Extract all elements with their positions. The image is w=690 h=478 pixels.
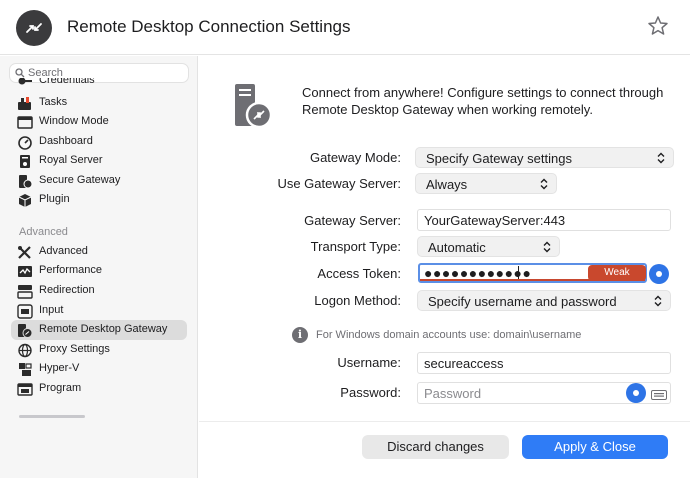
token-options-button[interactable]	[649, 264, 669, 284]
password-label: Password:	[340, 385, 401, 400]
gateway-server-icon	[233, 82, 275, 130]
username-value: secureaccess	[424, 356, 504, 371]
apply-close-button[interactable]: Apply & Close	[522, 435, 668, 459]
tasks-icon	[17, 96, 33, 111]
sidebar-item-label: Proxy Settings	[39, 343, 110, 355]
password-placeholder: Password	[424, 386, 482, 401]
search-icon	[15, 68, 25, 78]
footer-bar: Discard changes Apply & Close	[199, 421, 690, 478]
sidebar-item-plugin[interactable]: Plugin	[11, 190, 187, 210]
gateway-mode-value: Specify Gateway settings	[426, 151, 572, 166]
username-input[interactable]: secureaccess	[417, 352, 671, 374]
intro-text: Connect from anywhere! Configure setting…	[302, 85, 664, 117]
sidebar-item-credentials[interactable]: Credentials	[11, 78, 187, 92]
logon-method-label: Logon Method:	[314, 293, 401, 308]
secure-gateway-icon	[17, 174, 33, 189]
sidebar-item-label: Hyper-V	[39, 362, 80, 374]
dashboard-icon	[17, 135, 33, 150]
key-icon	[17, 78, 33, 89]
sidebar-item-label: Royal Server	[39, 154, 103, 166]
window-title: Remote Desktop Connection Settings	[67, 17, 351, 36]
remote-desktop-icon	[17, 323, 33, 338]
transport-type-label: Transport Type:	[310, 239, 401, 254]
sidebar-item-redirection[interactable]: Redirection	[11, 281, 187, 301]
logon-method-value: Specify username and password	[428, 294, 617, 309]
access-token-label: Access Token:	[317, 266, 401, 281]
sidebar-item-label: Remote Desktop Gateway	[39, 323, 168, 335]
keyboard-icon[interactable]	[651, 388, 667, 400]
sidebar-item-secure-gateway[interactable]: Secure Gateway	[11, 171, 187, 191]
password-options-button[interactable]	[626, 383, 646, 403]
keyboard-icon	[17, 304, 33, 319]
gateway-server-input[interactable]: YourGatewayServer:443	[417, 209, 671, 231]
sidebar-item-royal-server[interactable]: Royal Server	[11, 151, 187, 171]
gateway-mode-label: Gateway Mode:	[309, 150, 401, 165]
plugin-icon	[17, 193, 33, 208]
sidebar-item-tasks[interactable]: Tasks	[11, 93, 187, 113]
sidebar-section-advanced: Advanced	[19, 226, 68, 238]
discard-changes-button[interactable]: Discard changes	[362, 435, 509, 459]
info-icon: i	[292, 327, 308, 343]
sidebar-item-dashboard[interactable]: Dashboard	[11, 132, 187, 152]
sidebar-item-label: Window Mode	[39, 115, 109, 127]
logon-method-select[interactable]: Specify username and password	[417, 290, 671, 311]
strength-badge: Weak	[588, 265, 646, 281]
sidebar-item-label: Performance	[39, 264, 102, 276]
access-token-input[interactable]: ●●●●●●●●●●●● Weak	[418, 263, 647, 283]
settings-window: Remote Desktop Connection Settings Searc…	[0, 0, 690, 478]
use-gateway-server-select[interactable]: Always	[415, 173, 557, 194]
use-gateway-server-value: Always	[426, 177, 468, 192]
sidebar-item-hyper-v[interactable]: Hyper-V	[11, 359, 187, 379]
program-icon	[17, 382, 33, 397]
sidebar-item-label: Advanced	[39, 245, 88, 257]
sidebar: Search Credentials Tasks Window Mode Das	[0, 56, 198, 478]
chevron-up-down-icon	[654, 295, 662, 307]
sidebar-section-cut-off	[19, 415, 89, 421]
sidebar-item-label: Secure Gateway	[39, 174, 121, 186]
sidebar-item-proxy-settings[interactable]: Proxy Settings	[11, 340, 187, 360]
transport-type-select[interactable]: Automatic	[417, 236, 560, 257]
sidebar-item-label: Input	[39, 304, 64, 316]
sidebar-item-program[interactable]: Program	[11, 379, 187, 399]
sidebar-item-label: Program	[39, 382, 82, 394]
username-label: Username:	[337, 355, 401, 370]
chevron-up-down-icon	[543, 241, 551, 253]
sidebar-item-performance[interactable]: Performance	[11, 261, 187, 281]
sidebar-item-input[interactable]: Input	[11, 301, 187, 321]
main-panel: Connect from anywhere! Configure setting…	[199, 56, 690, 421]
sidebar-item-label: Dashboard	[39, 135, 93, 147]
sidebar-item-label: Redirection	[39, 284, 95, 296]
use-gateway-server-label: Use Gateway Server:	[277, 176, 401, 191]
domain-hint-text: For Windows domain accounts use: domain\…	[316, 329, 582, 341]
sidebar-item-label: Tasks	[39, 96, 68, 108]
text-caret	[518, 266, 519, 280]
sidebar-item-remote-desktop-gateway[interactable]: Remote Desktop Gateway	[11, 320, 187, 340]
sidebar-item-window-mode[interactable]: Window Mode	[11, 112, 187, 132]
gateway-server-label: Gateway Server:	[304, 213, 401, 228]
favorite-star-icon[interactable]	[646, 14, 670, 38]
window-header: Remote Desktop Connection Settings	[0, 0, 690, 55]
sidebar-item-label: Credentials	[39, 78, 95, 86]
chevron-up-down-icon	[540, 178, 548, 190]
window-icon	[17, 115, 33, 130]
transport-type-value: Automatic	[428, 240, 486, 255]
sidebar-item-label: Plugin	[39, 193, 70, 205]
remote-desktop-app-icon	[16, 10, 52, 46]
sidebar-item-advanced[interactable]: Advanced	[11, 242, 187, 262]
redirection-icon	[17, 284, 33, 299]
tools-icon	[17, 245, 33, 260]
performance-icon	[17, 264, 33, 279]
royal-server-icon	[17, 154, 33, 169]
gateway-server-value: YourGatewayServer:443	[424, 213, 566, 228]
gateway-mode-select[interactable]: Specify Gateway settings	[415, 147, 674, 168]
hyperv-icon	[17, 362, 33, 377]
globe-icon	[17, 343, 33, 358]
chevron-up-down-icon	[657, 152, 665, 164]
